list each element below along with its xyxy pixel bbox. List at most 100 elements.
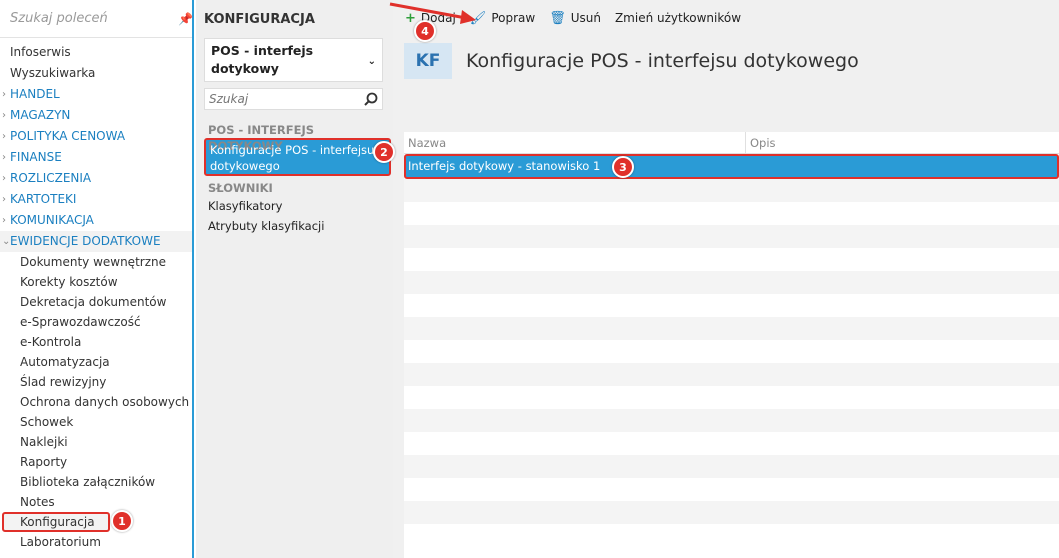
- nav-subitem[interactable]: e-Sprawozdawczość: [0, 312, 192, 332]
- command-search-input[interactable]: [10, 11, 178, 26]
- nav-subitem[interactable]: Automatyzacja: [0, 352, 192, 372]
- module-search-input[interactable]: [209, 92, 364, 106]
- chevron-down-icon: ⌄: [367, 56, 376, 67]
- table-row[interactable]: [404, 455, 1059, 478]
- trash-icon: 🗑: [549, 10, 566, 26]
- nav-group-handel[interactable]: › HANDEL: [0, 84, 192, 105]
- table-row[interactable]: [404, 179, 1059, 202]
- chevron-down-icon: ⌄: [2, 236, 11, 247]
- nav-group-polityka-cenowa[interactable]: › POLITYKA CENOWA: [0, 126, 192, 147]
- nav-subitem[interactable]: Notes: [0, 492, 192, 512]
- nav-group-label: EWIDENCJE DODATKOWE: [10, 234, 161, 248]
- module-combo-value: POS - interfejs dotykowy: [211, 43, 314, 76]
- nav-item-infoserwis[interactable]: Infoserwis: [0, 42, 192, 63]
- nav-subitem[interactable]: Ślad rewizyjny: [0, 372, 192, 392]
- plus-icon: +: [405, 10, 416, 26]
- toolbar: + Dodaj 🖌 Popraw 🗑 Usuń Zmień użytkowników: [393, 0, 1059, 36]
- nav-subitem[interactable]: Korekty kosztów: [0, 272, 192, 292]
- module-item-pos-config[interactable]: Konfiguracje POS - interfejsu dotykowego: [204, 138, 391, 176]
- annotation-marker-3: 3: [612, 156, 634, 178]
- nav-list: Infoserwis Wyszukiwarka › HANDEL › MAGAZYN…: [0, 38, 192, 552]
- chevron-right-icon: ›: [2, 215, 6, 226]
- delete-button-label: Usuń: [570, 11, 601, 25]
- nav-subitem-label: Konfiguracja: [2, 512, 110, 532]
- annotation-marker-4: 4: [414, 20, 436, 42]
- annotation-marker-2: 2: [373, 141, 395, 163]
- table-row[interactable]: [404, 271, 1059, 294]
- page-badge: KF: [404, 43, 452, 79]
- module-item-classifiers[interactable]: Klasyfikatory: [196, 196, 393, 216]
- nav-subitem[interactable]: Biblioteka załączników: [0, 472, 192, 492]
- data-grid: Nazwa Opis Interfejs dotykowy - stanowis…: [404, 131, 1059, 558]
- nav-group-label: KARTOTEKI: [10, 192, 77, 206]
- nav-subitem[interactable]: Naklejki: [0, 432, 192, 452]
- nav-subitem-konfiguracja[interactable]: Konfiguracja: [0, 512, 192, 532]
- module-combo[interactable]: POS - interfejs dotykowy ⌄: [204, 38, 383, 82]
- table-row[interactable]: [404, 478, 1059, 501]
- pin-icon[interactable]: 📌: [178, 12, 193, 26]
- module-panel: KONFIGURACJA POS - interfejs dotykowy ⌄ …: [196, 0, 393, 558]
- chevron-right-icon: ›: [2, 173, 6, 184]
- table-row[interactable]: [404, 340, 1059, 363]
- nav-subitem[interactable]: Ochrona danych osobowych: [0, 392, 192, 412]
- nav-subitem[interactable]: Laboratorium: [0, 532, 192, 552]
- nav-group-ewidencje-dodatkowe[interactable]: ⌄ EWIDENCJE DODATKOWE: [0, 231, 192, 252]
- nav-group-kartoteki[interactable]: › KARTOTEKI: [0, 189, 192, 210]
- table-row[interactable]: [404, 386, 1059, 409]
- table-row[interactable]: [404, 317, 1059, 340]
- module-item-classification-attributes[interactable]: Atrybuty klasyfikacji: [196, 216, 393, 236]
- table-row[interactable]: [404, 501, 1059, 524]
- table-row[interactable]: [404, 202, 1059, 225]
- change-users-button[interactable]: Zmień użytkowników: [615, 11, 741, 25]
- chevron-right-icon: ›: [2, 89, 6, 100]
- section-header-dictionaries: SŁOWNIKI: [208, 181, 273, 195]
- grid-body: [404, 179, 1059, 547]
- nav-item-wyszukiwarka[interactable]: Wyszukiwarka: [0, 63, 192, 84]
- chevron-right-icon: ›: [2, 152, 6, 163]
- page-title: Konfiguracje POS - interfejsu dotykowego: [466, 50, 859, 72]
- nav-group-label: FINANSE: [10, 150, 62, 164]
- table-row-selected[interactable]: Interfejs dotykowy - stanowisko 1: [404, 154, 1059, 179]
- table-row[interactable]: [404, 409, 1059, 432]
- nav-subitem[interactable]: Schowek: [0, 412, 192, 432]
- search-icon[interactable]: [364, 92, 378, 106]
- nav-group-label: MAGAZYN: [10, 108, 71, 122]
- nav-group-finanse[interactable]: › FINANSE: [0, 147, 192, 168]
- navigation-panel: 📌 Infoserwis Wyszukiwarka › HANDEL › MAGAZ…: [0, 0, 194, 558]
- nav-group-komunikacja[interactable]: › KOMUNIKACJA: [0, 210, 192, 231]
- table-row[interactable]: [404, 524, 1059, 547]
- table-row[interactable]: [404, 248, 1059, 271]
- nav-subitem[interactable]: Raporty: [0, 452, 192, 472]
- edit-button-label: Popraw: [491, 11, 536, 25]
- module-title: KONFIGURACJA: [204, 12, 315, 27]
- nav-group-label: POLITYKA CENOWA: [10, 129, 126, 143]
- nav-group-rozliczenia[interactable]: › ROZLICZENIA: [0, 168, 192, 189]
- nav-group-label: HANDEL: [10, 87, 60, 101]
- chevron-right-icon: ›: [2, 131, 6, 142]
- nav-group-magazyn[interactable]: › MAGAZYN: [0, 105, 192, 126]
- table-row[interactable]: [404, 363, 1059, 386]
- module-search[interactable]: [204, 88, 383, 110]
- edit-button[interactable]: 🖌 Popraw: [470, 11, 535, 26]
- table-row[interactable]: [404, 225, 1059, 248]
- nav-group-label: KOMUNIKACJA: [10, 213, 94, 227]
- nav-subitem[interactable]: Dokumenty wewnętrzne: [0, 252, 192, 272]
- section-header-pos: POS - INTERFEJS DOTYKOWY: [208, 123, 314, 153]
- grid-header: Nazwa Opis: [404, 131, 1059, 154]
- table-row[interactable]: [404, 294, 1059, 317]
- table-row[interactable]: [404, 432, 1059, 455]
- page-header: KF Konfiguracje POS - interfejsu dotykow…: [393, 36, 1059, 86]
- chevron-right-icon: ›: [2, 110, 6, 121]
- column-header-description[interactable]: Opis: [746, 132, 776, 154]
- nav-subitem[interactable]: Dekretacja dokumentów: [0, 292, 192, 312]
- nav-subitem[interactable]: e-Kontrola: [0, 332, 192, 352]
- main-area: + Dodaj 🖌 Popraw 🗑 Usuń Zmień użytkowników …: [393, 0, 1059, 558]
- change-users-button-label: Zmień użytkowników: [614, 11, 742, 25]
- command-search[interactable]: 📌: [0, 0, 193, 38]
- nav-group-label: ROZLICZENIA: [10, 171, 92, 185]
- delete-button[interactable]: 🗑 Usuń: [549, 11, 601, 26]
- brush-icon: 🖌: [469, 10, 487, 26]
- annotation-marker-1: 1: [111, 510, 133, 532]
- column-header-name[interactable]: Nazwa: [404, 131, 746, 154]
- chevron-right-icon: ›: [2, 194, 6, 205]
